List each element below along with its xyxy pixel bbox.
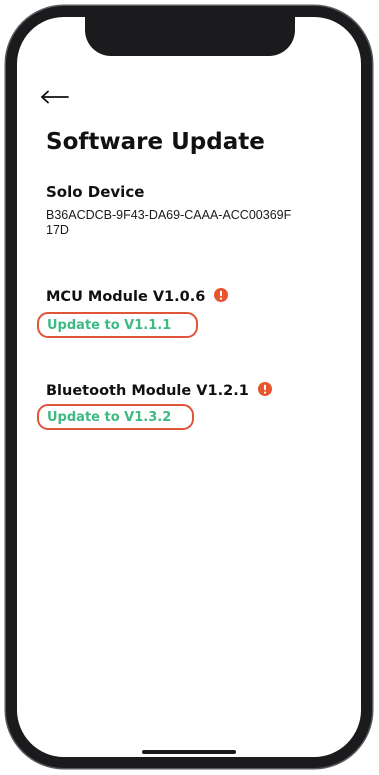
warning-icon xyxy=(257,382,272,396)
mcu-module-title: MCU Module V1.0.6 xyxy=(46,288,229,305)
warning-icon xyxy=(214,288,229,302)
device-name: Solo Device xyxy=(46,183,145,201)
phone-frame: Software Update Solo Device B36ACDCB-9F4… xyxy=(6,6,372,768)
back-button[interactable] xyxy=(40,83,74,111)
bluetooth-module-title: Bluetooth Module V1.2.1 xyxy=(46,382,272,399)
mcu-update-link[interactable]: Update to V1.1.1 xyxy=(37,312,198,338)
phone-notch xyxy=(85,17,295,56)
device-id: B36ACDCB-9F43-DA69-CAAA-ACC00369F17D xyxy=(46,208,292,237)
software-update-screen: Software Update Solo Device B36ACDCB-9F4… xyxy=(17,17,361,757)
bluetooth-update-link[interactable]: Update to V1.3.2 xyxy=(37,404,194,430)
mcu-module-label: MCU Module V1.0.6 xyxy=(46,289,206,305)
bluetooth-module-label: Bluetooth Module V1.2.1 xyxy=(46,383,249,399)
home-indicator[interactable] xyxy=(142,750,236,754)
page-title: Software Update xyxy=(46,129,265,155)
arrow-left-icon xyxy=(41,90,69,104)
